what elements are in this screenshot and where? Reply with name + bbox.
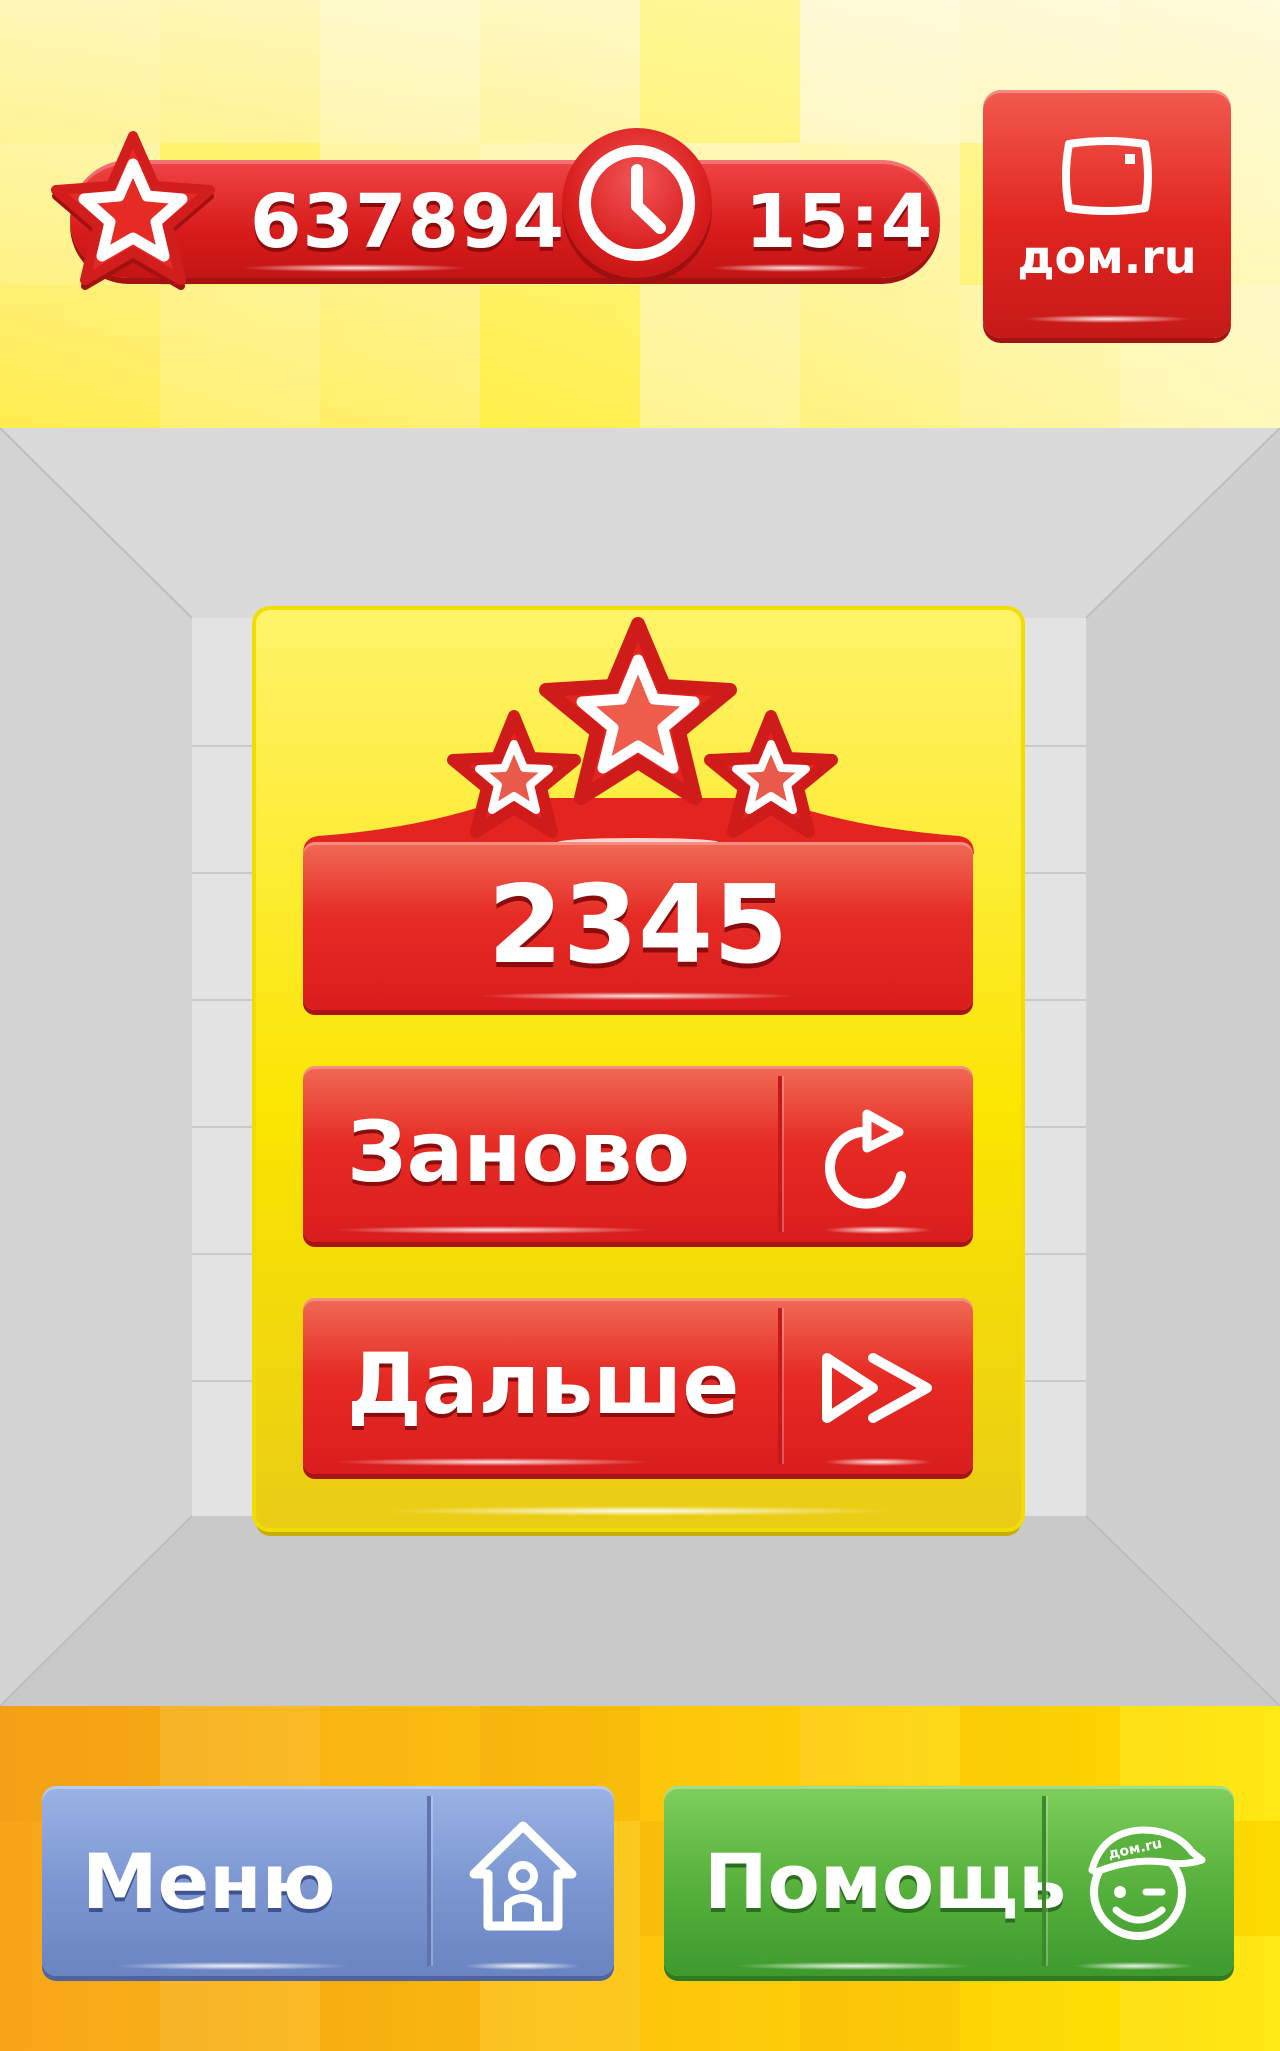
star-icon: [51, 131, 215, 290]
home-icon: [469, 1821, 577, 1931]
level-complete-dialog: 2345 Заново Дальше: [256, 610, 1021, 1528]
mascot-icon: дом.ru: [1088, 1826, 1206, 1940]
button-shine: [734, 1962, 974, 1970]
menu-label: Меню: [82, 1837, 336, 1926]
domru-logo-text: дом.ru: [1017, 230, 1197, 284]
button-shine: [823, 1458, 933, 1466]
restart-button[interactable]: Заново: [303, 1066, 973, 1242]
button-shine: [333, 1226, 653, 1234]
button-divider: [427, 1796, 431, 1966]
button-shine: [462, 1962, 582, 1970]
level-score: 2345: [487, 863, 789, 988]
button-divider: [778, 1076, 782, 1232]
button-shine: [1074, 1962, 1194, 1970]
bottom-bar: Меню Помощь дом.ru: [0, 1706, 1280, 2051]
button-divider: [1042, 1796, 1046, 1966]
restart-label: Заново: [347, 1103, 690, 1201]
domru-button[interactable]: дом.ru: [983, 90, 1231, 338]
next-button[interactable]: Дальше: [303, 1298, 973, 1474]
restart-icon: [825, 1109, 906, 1209]
star-icon: [539, 617, 737, 805]
menu-button[interactable]: Меню: [42, 1786, 614, 1976]
total-score: 637894: [250, 179, 565, 265]
button-divider: [778, 1308, 782, 1464]
help-button[interactable]: Помощь дом.ru: [664, 1786, 1234, 1976]
timer-badge: [562, 128, 712, 278]
top-bar: 637894 15:4 дом.ru: [0, 0, 1280, 428]
level-score-plate: 2345: [303, 842, 973, 1010]
score-badge: [48, 128, 218, 298]
help-label: Помощь: [704, 1837, 1067, 1926]
button-shine: [333, 1458, 653, 1466]
panel-shine: [376, 1506, 901, 1516]
timer-value: 15:4: [745, 179, 934, 265]
next-label: Дальше: [347, 1335, 740, 1433]
hud-shine: [710, 264, 870, 272]
button-shine: [823, 1226, 933, 1234]
clock-icon: [579, 145, 695, 261]
tv-icon: [1062, 137, 1152, 215]
hud-shine: [240, 264, 470, 272]
fast-forward-icon: [822, 1353, 932, 1423]
stars-rating: [303, 617, 974, 854]
button-shine: [112, 1962, 352, 1970]
button-shine: [1023, 315, 1191, 323]
plate-shine: [478, 992, 798, 1000]
